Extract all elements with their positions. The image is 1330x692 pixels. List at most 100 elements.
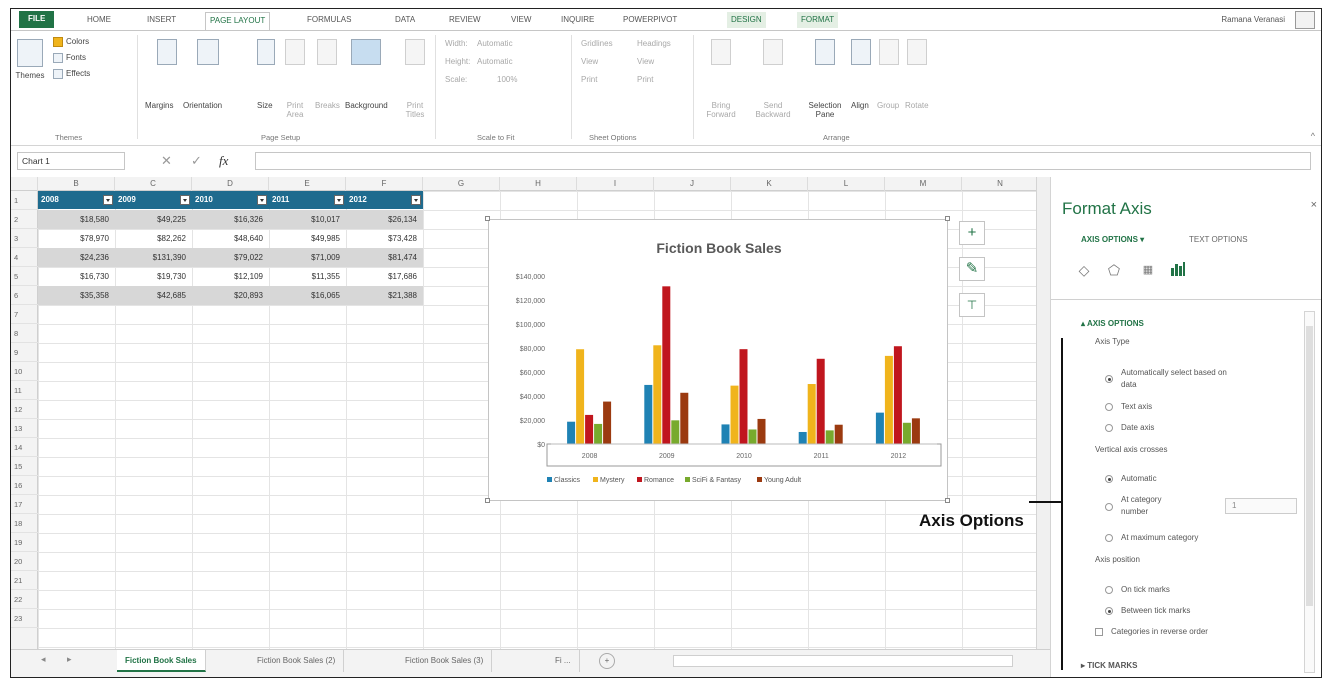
table-cell[interactable]: $49,985 [269,229,346,248]
themes-icon[interactable] [17,39,43,67]
filter-dropdown-icon[interactable] [411,195,421,205]
column-header-j[interactable]: J [654,177,731,191]
table-cell[interactable]: $10,017 [269,210,346,229]
margins-icon[interactable] [157,39,177,65]
group-icon[interactable] [879,39,899,65]
tab-inquire[interactable]: INQUIRE [557,12,598,28]
tab-axis-options[interactable]: AXIS OPTIONS ▾ [1081,235,1144,244]
user-name[interactable]: Ramana Veranasi [1221,15,1285,24]
table-cell[interactable]: $71,009 [269,248,346,267]
tab-file[interactable]: FILE [19,11,55,28]
bring-forward-button[interactable]: Bring Forward [701,101,741,119]
table-cell[interactable]: $131,390 [115,248,192,267]
row-header-15[interactable]: 15 [11,457,38,476]
formula-input[interactable] [255,152,1311,170]
table-cell[interactable]: $20,893 [192,286,269,305]
column-header-m[interactable]: M [885,177,962,191]
column-header-b[interactable]: B [38,177,115,191]
column-header-e[interactable]: E [269,177,346,191]
row-header-2[interactable]: 2 [11,210,38,229]
send-backward-button[interactable]: Send Backward [753,101,793,119]
table-header[interactable]: 2012 [346,191,423,209]
row-header-21[interactable]: 21 [11,571,38,590]
row-header-16[interactable]: 16 [11,476,38,495]
filter-dropdown-icon[interactable] [334,195,344,205]
reverse-order-checkbox[interactable] [1095,628,1103,636]
row-header-14[interactable]: 14 [11,438,38,457]
table-cell[interactable]: $16,065 [269,286,346,305]
table-cell[interactable]: $16,326 [192,210,269,229]
row-header-5[interactable]: 5 [11,267,38,286]
tab-data[interactable]: DATA [391,12,419,28]
chart-resize-handle[interactable] [945,216,950,221]
tab-powerpivot[interactable]: POWERPIVOT [619,12,681,28]
row-header-19[interactable]: 19 [11,533,38,552]
collapse-ribbon-icon[interactable]: ^ [1311,131,1315,141]
row-header-10[interactable]: 10 [11,362,38,381]
effects-pentagon-icon[interactable]: ⬠ [1105,261,1123,279]
sheet-tab-fiction-book-sales-3[interactable]: Fiction Book Sales (3) [397,650,493,672]
print-titles-icon[interactable] [405,39,425,65]
orientation-icon[interactable] [197,39,219,65]
table-cell[interactable]: $16,730 [38,267,115,286]
tab-view[interactable]: VIEW [507,12,535,28]
table-cell[interactable]: $78,970 [38,229,115,248]
height-select[interactable]: Automatic [477,57,513,66]
section-axis-options[interactable]: ▴ AXIS OPTIONS [1081,319,1144,328]
tab-page-layout[interactable]: PAGE LAYOUT [205,12,271,31]
selection-pane-icon[interactable] [815,39,835,65]
align-button[interactable]: Align [851,101,869,110]
row-header-6[interactable]: 6 [11,286,38,305]
table-cell[interactable]: $21,388 [346,286,423,305]
table-cell[interactable]: $73,428 [346,229,423,248]
colors-icon[interactable] [53,37,63,47]
sheet-next-icon[interactable]: ▸ [67,654,72,665]
breaks-icon[interactable] [317,39,337,65]
table-cell[interactable]: $82,262 [115,229,192,248]
align-icon[interactable] [851,39,871,65]
print-area-icon[interactable] [285,39,305,65]
close-icon[interactable]: × [1311,199,1317,211]
table-header[interactable]: 2009 [115,191,192,209]
row-header-13[interactable]: 13 [11,419,38,438]
selection-pane-button[interactable]: Selection Pane [805,101,845,119]
pane-scrollbar[interactable] [1304,311,1315,673]
gridlines-view-checkbox[interactable]: View [581,57,598,66]
column-header-f[interactable]: F [346,177,423,191]
group-button[interactable]: Group [877,101,899,110]
at-category-radio[interactable] [1105,503,1113,511]
table-cell[interactable]: $17,686 [346,267,423,286]
rotate-icon[interactable] [907,39,927,65]
avatar[interactable] [1295,11,1315,29]
row-header-22[interactable]: 22 [11,590,38,609]
automatic-radio[interactable] [1105,475,1113,483]
tab-insert[interactable]: INSERT [143,12,180,28]
print-area-button[interactable]: Print Area [281,101,309,119]
new-sheet-button[interactable]: + [599,653,615,669]
sheet-tab-fiction-book-sales[interactable]: Fiction Book Sales [117,650,206,672]
enter-icon[interactable]: ✓ [191,153,202,169]
row-header-9[interactable]: 9 [11,343,38,362]
date-axis-radio[interactable] [1105,424,1113,432]
size-button[interactable]: Size [257,101,273,110]
size-icon[interactable] [257,39,275,65]
fonts-button[interactable]: Fonts [66,53,86,62]
fill-line-icon[interactable]: ◇ [1075,261,1093,279]
row-header-8[interactable]: 8 [11,324,38,343]
table-cell[interactable]: $11,355 [269,267,346,286]
table-cell[interactable]: $26,134 [346,210,423,229]
row-header-23[interactable]: 23 [11,609,38,628]
tab-format[interactable]: FORMAT [797,12,839,28]
filter-dropdown-icon[interactable] [180,195,190,205]
tab-text-options[interactable]: TEXT OPTIONS [1189,235,1248,244]
sheet-prev-icon[interactable]: ◂ [41,654,46,665]
column-header-n[interactable]: N [962,177,1039,191]
column-header-d[interactable]: D [192,177,269,191]
row-header-3[interactable]: 3 [11,229,38,248]
chart[interactable]: Fiction Book Sales $0 $20,000 $40,000 $60,0… [488,219,948,501]
print-titles-button[interactable]: Print Titles [403,101,427,119]
effects-button[interactable]: Effects [66,69,90,78]
bring-forward-icon[interactable] [711,39,731,65]
select-all-corner[interactable] [11,177,38,191]
breaks-button[interactable]: Breaks [315,101,340,110]
